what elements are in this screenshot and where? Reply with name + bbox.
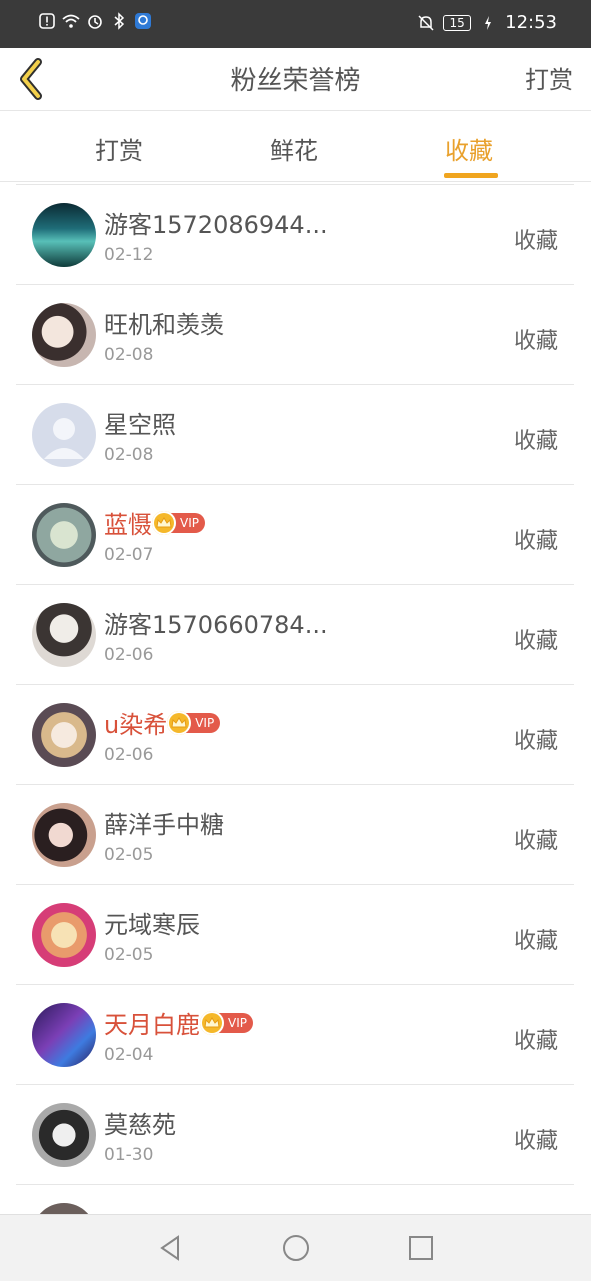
app-icon	[134, 12, 152, 30]
list-item[interactable]: 莫慈苑 01-30 收藏	[16, 1085, 574, 1185]
alert-icon	[38, 12, 56, 30]
status-bar: 15 12:53	[0, 0, 591, 48]
user-name-text: u染希	[104, 711, 168, 739]
recent-square-icon	[409, 1236, 433, 1260]
collect-label: 收藏	[513, 629, 558, 654]
vip-badge: VIP	[152, 510, 205, 535]
collect-label: 收藏	[513, 729, 558, 754]
user-name-text: 元域寒辰	[104, 911, 200, 939]
list-item[interactable]	[16, 1185, 574, 1214]
user-name-text: 天月白鹿	[104, 1011, 200, 1039]
tab-collect[interactable]: 收藏	[445, 131, 493, 166]
user-name-text: 游客1572086944...	[104, 211, 328, 239]
vip-badge: VIP	[167, 710, 221, 735]
list-item[interactable]: 天月白鹿 VIP 02-04 收藏	[16, 985, 574, 1085]
avatar[interactable]	[32, 403, 96, 467]
fan-list[interactable]: 游客1572086944... 02-12 收藏 旺机和羡羡 02-08 收藏 星空照 02-…	[0, 184, 591, 1214]
clock-time: 12:53	[505, 12, 557, 33]
user-name[interactable]: 游客1572086944...	[104, 205, 328, 240]
user-name[interactable]: 星空照	[104, 405, 176, 440]
collect-date: 02-06	[104, 745, 154, 765]
charging-icon	[479, 14, 497, 32]
crown-icon	[152, 510, 176, 535]
user-name[interactable]: u染希 VIP	[104, 705, 221, 740]
collect-label: 收藏	[513, 229, 558, 254]
collect-date: 02-12	[104, 245, 154, 265]
status-icons-left	[38, 12, 152, 30]
battery-icon: 15	[443, 14, 472, 31]
vip-label: VIP	[195, 715, 215, 730]
collect-label: 收藏	[513, 829, 558, 854]
list-item[interactable]: 元域寒辰 02-05 收藏	[16, 885, 574, 985]
list-item[interactable]: 游客1572086944... 02-12 收藏	[16, 185, 574, 285]
alarm-icon	[86, 12, 104, 30]
user-name[interactable]: 蓝慑 VIP	[104, 505, 205, 540]
nav-home-button[interactable]	[281, 1233, 311, 1263]
avatar[interactable]	[32, 903, 96, 967]
collect-label: 收藏	[513, 1029, 558, 1054]
user-name[interactable]: 天月白鹿 VIP	[104, 1005, 253, 1040]
crown-icon	[167, 710, 192, 735]
collect-date: 02-08	[104, 345, 154, 365]
nav-back-button[interactable]	[156, 1233, 186, 1263]
list-item[interactable]: 蓝慑 VIP 02-07 收藏	[16, 485, 574, 585]
collect-date: 02-05	[104, 845, 154, 865]
status-icons-right: 15 12:53	[417, 12, 557, 33]
nav-recent-button[interactable]	[406, 1233, 436, 1263]
user-name[interactable]: 薛洋手中糖	[104, 805, 224, 840]
user-name-text: 莫慈苑	[104, 1111, 176, 1139]
avatar[interactable]	[32, 703, 96, 767]
user-name[interactable]: 游客1570660784...	[104, 605, 328, 640]
collect-date: 02-04	[104, 1045, 154, 1065]
collect-date: 02-05	[104, 945, 154, 965]
collect-label: 收藏	[513, 429, 558, 454]
user-name-text: 薛洋手中糖	[104, 811, 224, 839]
user-name-text: 旺机和羡羡	[104, 311, 224, 339]
avatar[interactable]	[32, 503, 96, 567]
list-item[interactable]: 旺机和羡羡 02-08 收藏	[16, 285, 574, 385]
avatar[interactable]	[32, 203, 96, 267]
list-item[interactable]: 薛洋手中糖 02-05 收藏	[16, 785, 574, 885]
user-name-text: 蓝慑	[104, 511, 152, 539]
mute-bell-icon	[417, 14, 435, 32]
tab-flowers[interactable]: 鲜花	[270, 131, 318, 166]
avatar[interactable]	[32, 303, 96, 367]
avatar[interactable]	[32, 803, 96, 867]
header-bar: 粉丝荣誉榜 打赏	[0, 48, 591, 111]
list-item[interactable]: u染希 VIP 02-06 收藏	[16, 685, 574, 785]
collect-label: 收藏	[513, 529, 558, 554]
avatar[interactable]	[32, 1203, 96, 1214]
crown-icon	[200, 1010, 224, 1035]
tip-button[interactable]: 打赏	[525, 60, 573, 95]
user-name-text: 星空照	[104, 411, 176, 439]
back-triangle-icon	[160, 1235, 179, 1261]
avatar[interactable]	[32, 603, 96, 667]
wifi-icon	[62, 12, 80, 30]
collect-label: 收藏	[513, 1129, 558, 1154]
user-name-text: 游客1570660784...	[104, 611, 328, 639]
collect-label: 收藏	[513, 329, 558, 354]
bluetooth-icon	[110, 12, 128, 30]
tab-tip[interactable]: 打赏	[95, 131, 143, 166]
avatar[interactable]	[32, 1103, 96, 1167]
home-circle-icon	[283, 1235, 309, 1261]
vip-label: VIP	[180, 515, 199, 530]
list-item[interactable]: 游客1570660784... 02-06 收藏	[16, 585, 574, 685]
user-name[interactable]: 元域寒辰	[104, 905, 200, 940]
user-name[interactable]: 莫慈苑	[104, 1105, 176, 1140]
system-nav-bar	[0, 1214, 591, 1281]
collect-date: 02-06	[104, 645, 154, 665]
active-tab-indicator	[444, 173, 498, 178]
collect-date: 01-30	[104, 1145, 154, 1165]
avatar[interactable]	[32, 1003, 96, 1067]
vip-badge: VIP	[200, 1010, 253, 1035]
user-name[interactable]: 旺机和羡羡	[104, 305, 224, 340]
page-title: 粉丝荣誉榜	[230, 66, 361, 96]
list-item[interactable]: 星空照 02-08 收藏	[16, 385, 574, 485]
tab-bar: 打赏 鲜花 收藏	[0, 111, 591, 182]
collect-date: 02-07	[104, 545, 154, 565]
collect-date: 02-08	[104, 445, 154, 465]
collect-label: 收藏	[513, 929, 558, 954]
vip-label: VIP	[228, 1015, 247, 1030]
